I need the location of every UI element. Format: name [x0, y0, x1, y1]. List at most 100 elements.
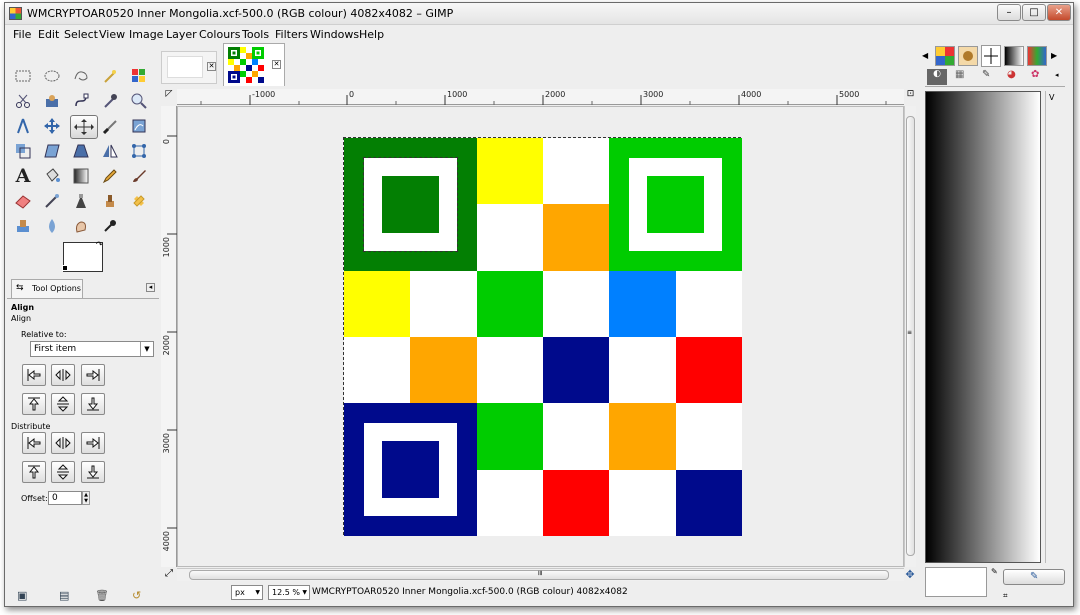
- airbrush-icon[interactable]: [41, 190, 63, 212]
- menu-layer[interactable]: Layer: [166, 28, 197, 41]
- distribute-top-button[interactable]: [22, 461, 46, 483]
- image-tab-active[interactable]: ✕: [223, 43, 285, 86]
- flip-icon[interactable]: [99, 140, 121, 162]
- horizontal-scrollbar[interactable]: ≡: [177, 568, 904, 581]
- menu-select[interactable]: Select: [64, 28, 98, 41]
- zoom-select[interactable]: 12.5 % ▼: [268, 585, 310, 600]
- gradient-editor-preview[interactable]: [925, 567, 987, 597]
- align-tool-icon[interactable]: [70, 115, 98, 139]
- vertical-scrollbar[interactable]: ≡: [904, 106, 916, 567]
- paths-icon[interactable]: [70, 90, 92, 112]
- zoom-icon[interactable]: [128, 90, 150, 112]
- patterns-tab-icon[interactable]: [935, 46, 955, 66]
- blend-icon[interactable]: [70, 165, 92, 187]
- dodge-burn-icon[interactable]: [99, 215, 121, 237]
- pencil-icon[interactable]: [99, 165, 121, 187]
- maximize-button[interactable]: □: [1022, 4, 1046, 21]
- blur-icon[interactable]: [41, 215, 63, 237]
- pointer-info-icon[interactable]: ⤢: [163, 568, 175, 581]
- dock-left-arrow-icon[interactable]: ◀: [922, 51, 932, 61]
- vertical-scroll-thumb[interactable]: [906, 116, 915, 556]
- move-icon[interactable]: [41, 115, 63, 137]
- brush-icon[interactable]: ✎: [982, 69, 990, 80]
- fuzzy-select-icon[interactable]: [99, 65, 121, 87]
- minimize-button[interactable]: –: [997, 4, 1021, 21]
- tool-options-dock-icon[interactable]: ◐: [927, 69, 947, 85]
- menu-edit[interactable]: Edit: [38, 28, 59, 41]
- clone-icon[interactable]: [99, 190, 121, 212]
- align-top-edge-button[interactable]: [22, 393, 46, 415]
- gradient-options-icon[interactable]: ⌗: [1003, 591, 1008, 601]
- menu-colours[interactable]: Colours: [199, 28, 240, 41]
- cage-transform-icon[interactable]: [128, 140, 150, 162]
- image-canvas[interactable]: [177, 106, 904, 567]
- ink-icon[interactable]: [70, 190, 92, 212]
- menu-image[interactable]: Image: [129, 28, 163, 41]
- close-icon[interactable]: ✕: [207, 62, 216, 71]
- quick-mask-corner-icon[interactable]: ◸: [163, 89, 175, 103]
- gradient-preview[interactable]: [925, 91, 1041, 563]
- unit-select[interactable]: px ▼: [231, 585, 263, 600]
- ellipse-select-icon[interactable]: [41, 65, 63, 87]
- eraser-icon[interactable]: [12, 190, 34, 212]
- tab-menu-icon[interactable]: ◂: [146, 283, 155, 292]
- menu-help[interactable]: Help: [359, 28, 384, 41]
- close-button[interactable]: ✕: [1047, 4, 1071, 21]
- perspective-icon[interactable]: [70, 140, 92, 162]
- rect-select-icon[interactable]: [12, 65, 34, 87]
- menu-windows[interactable]: Windows: [310, 28, 359, 41]
- reset-options-icon[interactable]: ↺: [132, 589, 146, 603]
- zoom-image-toggle-icon[interactable]: ⊡: [905, 89, 916, 103]
- palette-icon[interactable]: ✿: [1031, 69, 1039, 80]
- offset-input[interactable]: 0: [48, 491, 82, 505]
- measure-icon[interactable]: [12, 115, 34, 137]
- distribute-center-button[interactable]: [51, 432, 75, 454]
- dock-right-arrow-icon[interactable]: ▶: [1051, 51, 1061, 61]
- rotate-icon[interactable]: [128, 115, 150, 137]
- bucket-fill-icon[interactable]: [41, 165, 63, 187]
- menu-tools[interactable]: Tools: [242, 28, 269, 41]
- palettes-tab-icon[interactable]: [1027, 46, 1047, 66]
- close-icon[interactable]: ✕: [272, 60, 281, 69]
- smudge-icon[interactable]: [70, 215, 92, 237]
- menu-filters[interactable]: Filters: [275, 28, 308, 41]
- crop-icon[interactable]: [99, 115, 121, 137]
- distribute-bottom-button[interactable]: [81, 461, 105, 483]
- relative-to-select[interactable]: First item ▼: [30, 341, 154, 357]
- menu-file[interactable]: File: [13, 28, 31, 41]
- swap-colors-icon[interactable]: ↷: [96, 241, 104, 249]
- new-gradient-button[interactable]: ✎: [1003, 569, 1065, 585]
- default-colors-icon[interactable]: [62, 265, 68, 271]
- tab-tool-options[interactable]: ⇆ Tool Options: [11, 279, 83, 299]
- dock-side-icon[interactable]: V: [1049, 93, 1054, 102]
- align-middle-button[interactable]: [51, 393, 75, 415]
- distribute-left-button[interactable]: [22, 432, 46, 454]
- align-left-edge-button[interactable]: [22, 364, 46, 386]
- distribute-middle-button[interactable]: [51, 461, 75, 483]
- image-tab-empty[interactable]: ✕: [161, 51, 217, 84]
- scale-icon[interactable]: [12, 140, 34, 162]
- edit-gradient-icon[interactable]: ✎: [991, 567, 998, 576]
- free-select-icon[interactable]: [70, 65, 92, 87]
- offset-spinner[interactable]: ▲ ▼: [82, 491, 90, 505]
- heal-icon[interactable]: [128, 190, 150, 212]
- dock-menu-icon[interactable]: ◂: [1055, 71, 1059, 79]
- select-by-color-icon[interactable]: [128, 65, 150, 87]
- delete-options-icon[interactable]: 🗑: [95, 589, 109, 603]
- fonts-tab-icon[interactable]: [981, 45, 1001, 67]
- paintbrush-icon[interactable]: [128, 165, 150, 187]
- foreground-select-icon[interactable]: [41, 90, 63, 112]
- scissors-icon[interactable]: [12, 90, 34, 112]
- distribute-right-button[interactable]: [81, 432, 105, 454]
- colors-icon[interactable]: ◕: [1007, 69, 1016, 80]
- device-status-icon[interactable]: ▦: [955, 69, 964, 80]
- perspective-clone-icon[interactable]: [12, 215, 34, 237]
- shear-icon[interactable]: [41, 140, 63, 162]
- text-tool-icon[interactable]: A: [12, 165, 34, 187]
- align-center-button[interactable]: [51, 364, 75, 386]
- save-options-icon[interactable]: ▣: [17, 589, 31, 603]
- restore-options-icon[interactable]: ▤: [59, 589, 73, 603]
- color-picker-icon[interactable]: [99, 90, 121, 112]
- align-right-edge-button[interactable]: [81, 364, 105, 386]
- brushes-tab-icon[interactable]: [958, 46, 978, 66]
